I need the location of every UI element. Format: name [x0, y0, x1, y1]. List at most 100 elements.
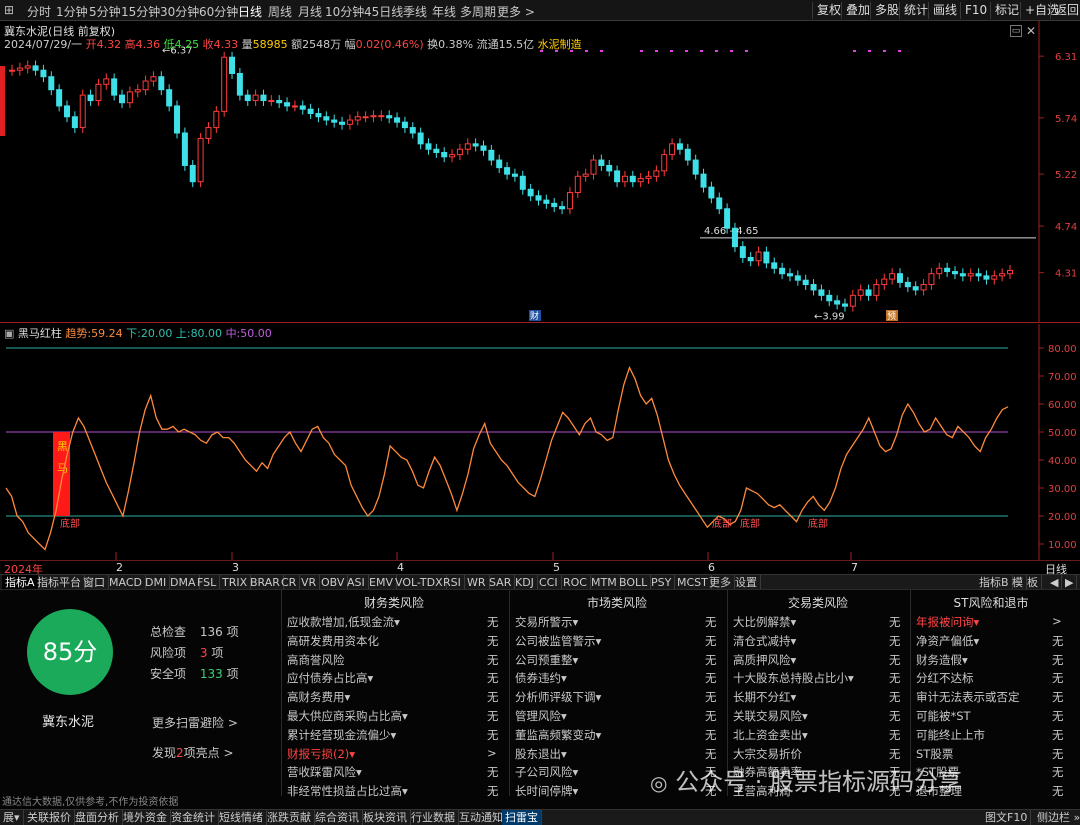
risk-item-label[interactable]: 清仓式减持▾: [733, 633, 796, 649]
risk-item-label[interactable]: 应付债券占比高▾: [287, 670, 373, 686]
status-tab-0[interactable]: 展▾: [0, 810, 24, 825]
status-tab-4[interactable]: 资金统计: [168, 810, 219, 825]
indicator-toggle-icon[interactable]: ▣: [4, 327, 14, 340]
period-4[interactable]: 30分钟: [160, 3, 199, 20]
risk-item-value[interactable]: >: [487, 746, 497, 760]
risk-item-label[interactable]: 关联交易风险▾: [733, 708, 808, 724]
chart-settings-icon[interactable]: ▭: [1010, 25, 1022, 37]
highlights-link[interactable]: 发现2项亮点 >: [152, 744, 234, 761]
period-13[interactable]: 多周期: [460, 3, 496, 20]
status-right-0[interactable]: 图文F10: [982, 810, 1032, 825]
risk-item-label[interactable]: 长期不分红▾: [733, 689, 796, 705]
toolbar-btn-6[interactable]: 标记: [990, 2, 1023, 19]
toolbar-btn-8[interactable]: 返回: [1050, 2, 1080, 19]
status-tab-6[interactable]: 涨跌贡献: [264, 810, 315, 825]
status-tab-2[interactable]: 盘面分析: [72, 810, 123, 825]
indicator-tab-2[interactable]: 窗口: [80, 575, 109, 590]
period-1[interactable]: 1分钟: [56, 3, 88, 20]
status-tab-1[interactable]: 关联报价: [24, 810, 75, 825]
risk-item-label[interactable]: 年报被问询▾: [916, 614, 979, 630]
toolbar-btn-5[interactable]: F10: [960, 2, 991, 19]
period-10[interactable]: 45日线: [364, 3, 403, 20]
indicator-tab-26[interactable]: 设置: [732, 575, 761, 590]
risk-item-label[interactable]: 分析师评级下调▾: [515, 689, 601, 705]
tabs-scroll-left-icon[interactable]: ◀: [1047, 575, 1063, 590]
kline-svg[interactable]: 6.315.745.224.744.31←6.37←3.994.66 - 4.6…: [0, 21, 1080, 323]
risk-item-label[interactable]: 财务造假▾: [916, 652, 968, 668]
period-8[interactable]: 月线: [298, 3, 322, 20]
status-tab-7[interactable]: 综合资讯: [312, 810, 363, 825]
risk-item-label[interactable]: 交易所警示▾: [515, 614, 578, 630]
more-scan-link[interactable]: 更多扫雷避险 >: [152, 714, 238, 731]
industry-label[interactable]: 水泥制造: [538, 38, 582, 51]
risk-item-label[interactable]: 长时间停牌▾: [515, 783, 578, 799]
period-11[interactable]: 季线: [403, 3, 427, 20]
risk-item-label[interactable]: 董监高频繁变动▾: [515, 727, 601, 743]
status-tab-9[interactable]: 行业数据: [408, 810, 459, 825]
risk-item-label[interactable]: 审计无法表示或否定: [916, 689, 1020, 705]
risk-item-value[interactable]: >: [1052, 614, 1062, 628]
period-12[interactable]: 年线: [432, 3, 456, 20]
period-14[interactable]: 更多 >: [497, 3, 535, 20]
period-0[interactable]: 分时: [27, 3, 51, 20]
risk-item-label[interactable]: 可能终止上市: [916, 727, 985, 743]
risk-item-label[interactable]: 子公司风险▾: [515, 764, 578, 780]
indicator-svg[interactable]: 80.00 70.00 60.00 50.00 40.00 30.00 20.00 10.00…: [0, 324, 1080, 560]
indicator-tab-22[interactable]: BOLL: [616, 575, 652, 590]
status-tab-10[interactable]: 互动通知: [456, 810, 507, 825]
indicator-tab-right-0[interactable]: 指标B: [976, 575, 1013, 590]
indicator-tab-25[interactable]: 更多: [706, 575, 735, 590]
risk-item-label[interactable]: 财报亏损(2)▾: [287, 746, 355, 762]
indicator-tab-20[interactable]: ROC: [560, 575, 591, 590]
indicator-tab-14[interactable]: VOL-TDX: [392, 575, 447, 590]
kline-chart[interactable]: 6.31 5.74 5.22 4.74 4.31 ←6.37 ←3.99 4.66 - 4.6…: [0, 21, 1080, 323]
indicator-tab-18[interactable]: KDJ: [512, 575, 538, 590]
risk-item-label[interactable]: 高质押风险▾: [733, 652, 796, 668]
risk-item-label[interactable]: 最大供应商采购占比高▾: [287, 708, 408, 724]
risk-item-label[interactable]: 高财务费用▾: [287, 689, 350, 705]
chart-close-icon[interactable]: ✕: [1026, 24, 1036, 38]
risk-item-label[interactable]: 高研发费用资本化: [287, 633, 379, 649]
indicator-tab-19[interactable]: CCI: [536, 575, 562, 590]
period-6[interactable]: 日线: [238, 3, 262, 20]
risk-item-label[interactable]: 高商誉风险: [287, 652, 345, 668]
risk-item-label[interactable]: 净资产偏低▾: [916, 633, 979, 649]
period-5[interactable]: 60分钟: [199, 3, 238, 20]
status-tab-8[interactable]: 板块资讯: [360, 810, 411, 825]
risk-item-label[interactable]: 分红不达标: [916, 670, 974, 686]
indicator-tab-9[interactable]: CR: [278, 575, 301, 590]
period-2[interactable]: 5分钟: [89, 3, 121, 20]
risk-item-label[interactable]: 大宗交易折价: [733, 746, 802, 762]
risk-item-label[interactable]: 累计经营现金流偏少▾: [287, 727, 396, 743]
risk-item-label[interactable]: 公司预重整▾: [515, 652, 578, 668]
risk-item-label[interactable]: 营收踩雷风险▾: [287, 764, 362, 780]
risk-item-label[interactable]: 大比例解禁▾: [733, 614, 796, 630]
risk-item-label[interactable]: 可能被*ST: [916, 708, 971, 724]
status-right-1[interactable]: 侧边栏 »: [1034, 810, 1080, 825]
status-tab-3[interactable]: 境外资金: [120, 810, 171, 825]
status-tab-5[interactable]: 短线情绪: [216, 810, 267, 825]
indicator-tab-17[interactable]: SAR: [486, 575, 516, 590]
risk-item-label[interactable]: 十大股东总持股占比小▾: [733, 670, 854, 686]
risk-item-label[interactable]: 北上资金卖出▾: [733, 727, 808, 743]
risk-item-label[interactable]: 债券违约▾: [515, 670, 567, 686]
indicator-tab-15[interactable]: RSI: [440, 575, 465, 590]
risk-item-label[interactable]: ST股票: [916, 746, 953, 762]
risk-item-label[interactable]: 非经常性损益占比过高▾: [287, 783, 408, 799]
indicator-pane[interactable]: 80.00 70.00 60.00 50.00 40.00 30.00 20.00 10.00…: [0, 324, 1080, 560]
risk-item-label[interactable]: 股东退出▾: [515, 746, 567, 762]
indicator-tab-10[interactable]: VR: [298, 575, 321, 590]
tabs-scroll-right-icon[interactable]: ▶: [1062, 575, 1078, 590]
risk-item-label[interactable]: 管理风险▾: [515, 708, 567, 724]
indicator-tab-1[interactable]: 指标平台: [34, 575, 85, 590]
period-9[interactable]: 10分钟: [325, 3, 364, 20]
period-7[interactable]: 周线: [268, 3, 292, 20]
indicator-tab-6[interactable]: FSL: [194, 575, 221, 590]
menu-icon[interactable]: ⊞: [4, 3, 14, 17]
toolbar-btn-4[interactable]: 画线: [928, 2, 961, 19]
indicator-tab-4[interactable]: DMI: [142, 575, 171, 590]
indicator-tab-right-2[interactable]: 板: [1024, 575, 1042, 590]
risk-item-label[interactable]: 公司被监管警示▾: [515, 633, 601, 649]
indicator-name[interactable]: 黑马红柱: [18, 327, 62, 340]
indicator-tab-3[interactable]: MACD: [106, 575, 146, 590]
